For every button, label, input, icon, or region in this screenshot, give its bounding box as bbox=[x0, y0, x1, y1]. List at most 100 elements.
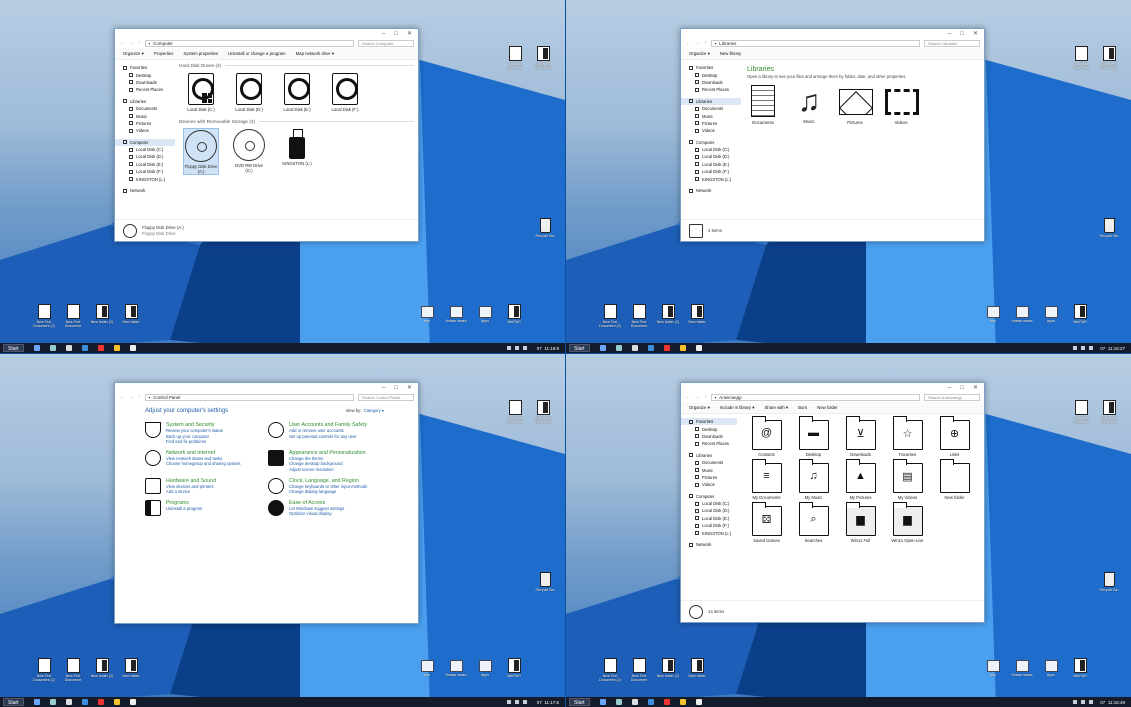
nav-computer[interactable]: Computer bbox=[681, 493, 737, 500]
start-button[interactable]: Start bbox=[569, 698, 590, 706]
desktop-icon-text-doc[interactable]: New Text Document bbox=[626, 304, 652, 328]
browser-icon[interactable] bbox=[81, 345, 88, 351]
nav-local-disk-f[interactable]: Local Disk (F:) bbox=[115, 168, 175, 175]
desktop-icon-word[interactable]: Документ Word.docx bbox=[1096, 400, 1122, 424]
task-link[interactable]: Review your computer's status bbox=[166, 428, 223, 434]
nav-local-disk-d[interactable]: Local Disk (D:) bbox=[681, 507, 737, 514]
organize-button[interactable]: Organize ▾ bbox=[689, 405, 710, 411]
desktop-icon-test[interactable]: test bbox=[414, 660, 440, 677]
desktop-icon-text-doc-2[interactable]: New Text Document (2) bbox=[31, 658, 57, 682]
desktop-icon-text-doc-2[interactable]: New Text Document (2) bbox=[31, 304, 57, 328]
app-icon[interactable] bbox=[631, 699, 638, 705]
folder-my-documents[interactable]: ≡ My Documents bbox=[743, 459, 790, 500]
folder-icon[interactable] bbox=[129, 345, 136, 351]
windows-logo-icon[interactable] bbox=[679, 699, 686, 705]
windows-logo-icon[interactable] bbox=[113, 699, 120, 705]
close-icon[interactable]: ✕ bbox=[973, 30, 978, 37]
tray-icon[interactable] bbox=[1073, 346, 1077, 350]
drive-tile-kingston[interactable]: KINGSTON (L:) bbox=[279, 128, 315, 175]
desktop-icon-text-doc[interactable]: New Text Document bbox=[626, 658, 652, 682]
folder-new-folder[interactable]: New folder bbox=[931, 459, 978, 500]
desktop-icon-text-doc-2[interactable]: New Text Document (2) bbox=[597, 304, 623, 328]
minimize-icon[interactable]: – bbox=[948, 31, 951, 37]
desktop-icon-novaya-papka[interactable]: Новая папка bbox=[1009, 306, 1035, 323]
address-bar[interactable]: ▪ Computer bbox=[144, 39, 354, 47]
nav-downloads[interactable]: Downloads bbox=[115, 79, 175, 86]
nav-documents[interactable]: Documents bbox=[681, 105, 741, 112]
forward-icon[interactable]: → bbox=[695, 40, 700, 46]
desktop-icon-test[interactable]: test bbox=[980, 660, 1006, 677]
taskview-icon[interactable] bbox=[33, 345, 40, 351]
nav-network[interactable]: Network bbox=[681, 541, 737, 548]
maximize-icon[interactable]: □ bbox=[394, 385, 398, 391]
drive-tile-d[interactable]: Local Disk (D:) bbox=[231, 72, 267, 112]
nav-videos[interactable]: Videos bbox=[681, 127, 741, 134]
system-properties-button[interactable]: System properties bbox=[183, 51, 218, 56]
drive-tile-e[interactable]: Local Disk (E:) bbox=[279, 72, 315, 112]
organize-button[interactable]: Organize ▾ bbox=[123, 51, 144, 57]
nav-recent-places[interactable]: Recent Places bbox=[115, 86, 175, 93]
app-icon[interactable] bbox=[97, 699, 104, 705]
taskview-icon[interactable] bbox=[33, 699, 40, 705]
app-icon[interactable] bbox=[65, 345, 72, 351]
browser-icon[interactable] bbox=[81, 699, 88, 705]
desktop-icon-test[interactable]: test bbox=[414, 306, 440, 323]
nav-local-disk-e[interactable]: Local Disk (E:) bbox=[681, 161, 741, 168]
back-icon[interactable]: ← bbox=[120, 40, 125, 46]
search-input[interactable]: Search Александр bbox=[924, 393, 980, 401]
tray-icon[interactable] bbox=[1089, 346, 1093, 350]
desktop-icon-text-doc[interactable]: New Text Document bbox=[60, 304, 86, 328]
minimize-icon[interactable]: – bbox=[382, 31, 385, 37]
nav-pictures[interactable]: Pictures bbox=[115, 120, 175, 127]
app-icon[interactable] bbox=[663, 345, 670, 351]
task-link[interactable]: Choose homegroup and sharing options bbox=[166, 461, 241, 467]
desktop-icon-new-folder-2[interactable]: New folder (2) bbox=[655, 304, 681, 324]
desktop-icon-excel[interactable]: Таблица Excel.xlsx bbox=[1068, 400, 1094, 424]
drive-tile-dvd[interactable]: DVD RW Drive (G:) bbox=[231, 128, 267, 175]
desktop-icon-new-folder[interactable]: New folder bbox=[684, 658, 710, 678]
desktop-icon-winrar[interactable]: WinRAR bbox=[501, 304, 527, 324]
desktop-icon-new-folder-2[interactable]: New folder (2) bbox=[89, 304, 115, 324]
desktop-icon-new-folder[interactable]: New folder bbox=[684, 304, 710, 324]
folder-win11-full[interactable]: ▆ Win11 Full bbox=[837, 502, 884, 543]
task-link[interactable]: Optimize visual display bbox=[289, 511, 344, 517]
category-link[interactable]: Appearance and Personalization bbox=[289, 450, 366, 456]
desktop-icon-new-folder[interactable]: New folder bbox=[118, 304, 144, 324]
nav-favorites[interactable]: Favorites bbox=[115, 64, 175, 71]
task-link[interactable]: Find and fix problems bbox=[166, 439, 223, 445]
forward-icon[interactable]: → bbox=[129, 394, 134, 400]
up-icon[interactable]: ↑ bbox=[138, 394, 141, 400]
folder-my-videos[interactable]: ▤ My Videos bbox=[884, 459, 931, 500]
category-link[interactable]: Clock, Language, and Region bbox=[289, 478, 367, 484]
start-button[interactable]: Start bbox=[3, 698, 24, 706]
folder-my-music[interactable]: ♫ My Music bbox=[790, 459, 837, 500]
up-icon[interactable]: ↑ bbox=[704, 40, 707, 46]
tray-icon[interactable] bbox=[1081, 700, 1085, 704]
nav-kingston[interactable]: KINGSTON (L:) bbox=[681, 175, 741, 182]
nav-videos[interactable]: Videos bbox=[115, 127, 175, 134]
address-bar[interactable]: ▪ Александр bbox=[710, 393, 920, 401]
nav-music[interactable]: Music bbox=[681, 112, 741, 119]
new-folder-button[interactable]: New folder bbox=[817, 405, 838, 410]
uninstall-program-button[interactable]: Uninstall or change a program bbox=[228, 51, 286, 56]
properties-button[interactable]: Properties bbox=[154, 51, 174, 56]
nav-local-disk-e[interactable]: Local Disk (E:) bbox=[681, 515, 737, 522]
nav-downloads[interactable]: Downloads bbox=[681, 433, 737, 440]
folder-win11-open-live[interactable]: ▆ Win11 Open-Live bbox=[884, 502, 931, 543]
desktop-icon-excel[interactable]: Таблица Excel.xlsx bbox=[502, 46, 528, 70]
nav-network[interactable]: Network bbox=[115, 187, 175, 194]
app-icon[interactable] bbox=[631, 345, 638, 351]
minimize-icon[interactable]: – bbox=[948, 385, 951, 391]
nav-music[interactable]: Music bbox=[681, 466, 737, 473]
folder-my-pictures[interactable]: ▲ My Pictures bbox=[837, 459, 884, 500]
tray-icon[interactable] bbox=[515, 346, 519, 350]
taskview-icon[interactable] bbox=[599, 345, 606, 351]
nav-kingston[interactable]: KINGSTON (L:) bbox=[115, 175, 175, 182]
include-in-library-button[interactable]: Include in library ▾ bbox=[720, 405, 755, 411]
search-input[interactable]: Search Control Panel bbox=[358, 393, 414, 401]
nav-desktop[interactable]: Desktop bbox=[681, 71, 741, 78]
nav-kingston[interactable]: KINGSTON (L:) bbox=[681, 529, 737, 536]
map-network-drive-button[interactable]: Map network drive ▾ bbox=[296, 51, 334, 57]
nav-music[interactable]: Music bbox=[115, 112, 175, 119]
task-link[interactable]: Adjust screen resolution bbox=[289, 467, 366, 473]
